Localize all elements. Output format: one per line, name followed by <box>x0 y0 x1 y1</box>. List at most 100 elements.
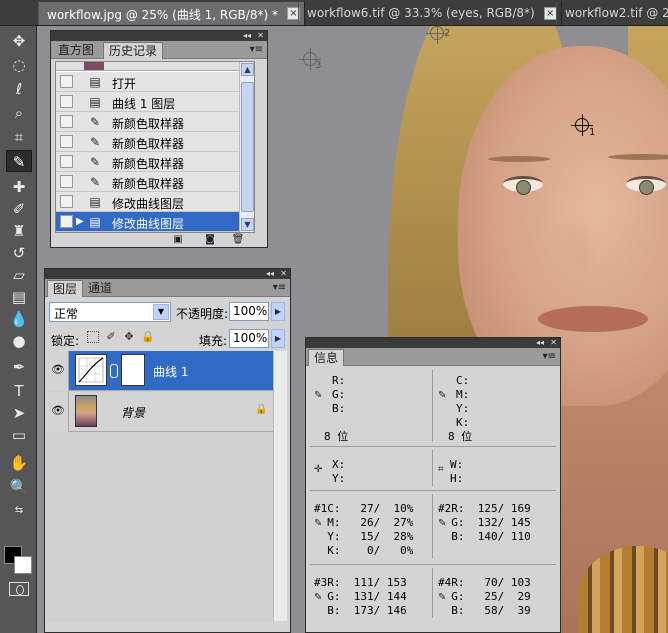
tab-info[interactable]: 信息 <box>308 349 345 366</box>
history-item-selected[interactable]: ▶ ▤ 修改曲线图层 <box>56 212 254 232</box>
panel-grip[interactable]: ◂◂ ✕ <box>306 338 560 348</box>
close-icon[interactable]: ✕ <box>280 269 287 279</box>
snapshot-checkbox[interactable] <box>60 135 73 148</box>
new-document-from-state-icon[interactable]: ▣ <box>171 234 185 246</box>
history-item[interactable]: ✎ 新颜色取样器 <box>56 112 254 132</box>
blend-mode-select[interactable]: 正常 ▼ <box>49 302 171 322</box>
type-tool-icon[interactable]: T <box>6 380 32 402</box>
color-sampler-marker[interactable] <box>426 26 448 44</box>
quick-mask-icon[interactable] <box>9 582 29 596</box>
background-color-swatch[interactable] <box>14 556 32 574</box>
history-item-label: 曲线 1 图层 <box>112 97 176 111</box>
snapshot-checkbox[interactable] <box>60 175 73 188</box>
snapshot-checkbox[interactable] <box>60 95 73 108</box>
info-panel: ◂◂ ✕ 信息 ▾≡ R: G: B: ✎ 8 位 C: M: Y: K: ✎ … <box>305 337 561 633</box>
snapshot-checkbox[interactable] <box>60 75 73 88</box>
dodge-tool-icon[interactable]: ● <box>6 330 32 352</box>
opacity-field[interactable]: 100% <box>229 302 269 321</box>
sampler-4-readout: B: 58/ 39 <box>438 604 531 617</box>
visibility-eye-icon[interactable]: 👁 <box>51 364 65 375</box>
move-tool-icon[interactable]: ✥ <box>6 30 32 52</box>
tab-histogram[interactable]: 直方图 <box>53 42 99 59</box>
close-icon[interactable]: ✕ <box>550 338 557 348</box>
snapshot-checkbox[interactable] <box>60 155 73 168</box>
history-scrollbar[interactable]: ▲ ▼ <box>239 62 254 232</box>
sampler-1-readout: M: 26/ 27% <box>314 516 414 529</box>
lasso-tool-icon[interactable]: ℓ <box>6 78 32 100</box>
document-tab-workflow2-tif[interactable]: workflow2.tif @ 25 <box>556 2 668 25</box>
color-sampler-tool-icon[interactable]: ✎ <box>6 150 32 172</box>
document-icon: ▤ <box>89 215 101 229</box>
chevron-down-icon[interactable]: ▼ <box>153 304 169 320</box>
gradient-tool-icon[interactable]: ▤ <box>6 286 32 308</box>
sampler-4-readout: G: 25/ 29 <box>438 590 531 603</box>
layer-row-background[interactable]: 👁 背景 🔒 <box>47 392 275 432</box>
history-item[interactable]: ▤ 曲线 1 图层 <box>56 92 254 112</box>
brush-tool-icon[interactable]: ✐ <box>6 198 32 220</box>
hand-tool-icon[interactable]: ✋ <box>6 452 32 474</box>
snapshot-checkbox[interactable] <box>60 195 73 208</box>
lock-transparent-pixels-icon[interactable] <box>87 331 99 343</box>
document-tab-workflow6-tif[interactable]: workflow6.tif @ 33.3% (eyes, RGB/8*) × <box>298 2 562 25</box>
info-readouts: R: G: B: ✎ 8 位 C: M: Y: K: ✎ 8 位 ✛ X: Y:… <box>306 366 560 632</box>
tab-layers[interactable]: 图层 <box>47 280 84 297</box>
history-brush-tool-icon[interactable]: ↺ <box>6 242 32 264</box>
collapse-icon[interactable]: ◂◂ <box>536 338 544 348</box>
panel-menu-icon[interactable]: ▾≡ <box>250 44 263 55</box>
fill-slider-arrow-icon[interactable]: ▶ <box>271 329 285 348</box>
history-item[interactable]: ✎ 新颜色取样器 <box>56 172 254 192</box>
eraser-tool-icon[interactable]: ▱ <box>6 264 32 286</box>
history-item[interactable]: ▤ 修改曲线图层 <box>56 192 254 212</box>
history-item[interactable]: ✎ 新颜色取样器 <box>56 152 254 172</box>
scroll-down-icon[interactable]: ▼ <box>241 218 254 231</box>
healing-brush-tool-icon[interactable]: ✚ <box>6 176 32 198</box>
pen-tool-icon[interactable]: ✒ <box>6 356 32 378</box>
opacity-slider-arrow-icon[interactable]: ▶ <box>271 302 285 321</box>
color-sampler-marker[interactable] <box>571 114 593 136</box>
visibility-eye-icon[interactable]: 👁 <box>51 405 65 416</box>
eyedropper-icon[interactable]: ✎ <box>314 390 322 401</box>
collapse-icon[interactable]: ◂◂ <box>243 31 251 41</box>
eyedropper-icon[interactable]: ✎ <box>314 518 322 529</box>
path-selection-tool-icon[interactable]: ➤ <box>6 402 32 424</box>
snapshot-checkbox[interactable] <box>60 215 73 228</box>
panel-menu-icon[interactable]: ▾≡ <box>273 282 286 293</box>
quick-selection-tool-icon[interactable]: ⌕ <box>6 102 32 124</box>
document-tab-workflow-jpg[interactable]: workflow.jpg @ 25% (曲线 1, RGB/8*) * × <box>38 2 305 25</box>
swap-colors-icon[interactable]: ⇆ <box>6 500 32 522</box>
panel-grip[interactable]: ◂◂ ✕ <box>51 31 267 41</box>
close-icon[interactable]: × <box>543 7 557 20</box>
tab-history[interactable]: 历史记录 <box>103 42 164 59</box>
trash-icon[interactable]: 🗑 <box>231 234 245 246</box>
lock-all-icon[interactable]: 🔒 <box>141 331 155 343</box>
layer-mask-thumbnail[interactable] <box>121 354 145 386</box>
eyedropper-icon[interactable]: ✎ <box>438 390 446 401</box>
crop-tool-icon[interactable]: ⌗ <box>6 126 32 148</box>
link-icon[interactable] <box>110 364 118 378</box>
panel-menu-icon[interactable]: ▾≡ <box>543 351 556 362</box>
lock-position-icon[interactable]: ✥ <box>123 331 135 343</box>
fill-field[interactable]: 100% <box>229 329 269 348</box>
layer-row-curves-1[interactable]: 👁 曲线 1 <box>47 351 275 391</box>
snapshot-thumbnail[interactable] <box>56 62 254 71</box>
panel-grip[interactable]: ◂◂ ✕ <box>45 269 290 279</box>
new-snapshot-icon[interactable]: ◙ <box>203 234 217 246</box>
eyedropper-icon[interactable]: ✎ <box>438 518 446 529</box>
tab-channels[interactable]: 通道 <box>83 280 117 297</box>
eyedropper-icon[interactable]: ✎ <box>314 592 322 603</box>
history-item[interactable]: ▤ 打开 <box>56 72 254 92</box>
scroll-thumb[interactable] <box>241 82 254 212</box>
close-icon[interactable]: ✕ <box>257 31 264 41</box>
collapse-icon[interactable]: ◂◂ <box>266 269 274 279</box>
layers-scrollbar[interactable] <box>273 351 287 621</box>
blur-tool-icon[interactable]: 💧 <box>6 308 32 330</box>
eyedropper-icon[interactable]: ✎ <box>438 592 446 603</box>
zoom-tool-icon[interactable]: 🔍 <box>6 476 32 498</box>
clone-stamp-tool-icon[interactable]: ♜ <box>6 220 32 242</box>
scroll-up-icon[interactable]: ▲ <box>241 63 254 76</box>
history-item[interactable]: ✎ 新颜色取样器 <box>56 132 254 152</box>
lock-image-pixels-icon[interactable]: ✐ <box>105 331 117 343</box>
snapshot-checkbox[interactable] <box>60 115 73 128</box>
marquee-tool-icon[interactable]: ◌ <box>6 54 32 76</box>
shape-tool-icon[interactable]: ▭ <box>6 424 32 446</box>
